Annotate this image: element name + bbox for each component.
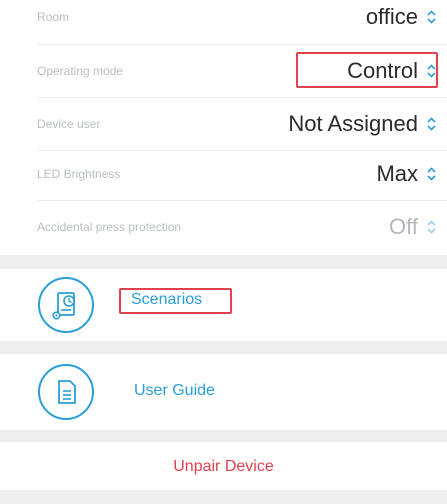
device-user-row[interactable]: Device user Not Assigned bbox=[0, 97, 447, 151]
room-value: office bbox=[365, 4, 418, 29]
user-guide-label: User Guide bbox=[134, 382, 215, 399]
chevron-up-down-icon bbox=[427, 117, 436, 131]
led-brightness-row[interactable]: LED Brightness Max bbox=[0, 147, 447, 201]
accidental-press-select[interactable]: Off bbox=[389, 214, 437, 240]
led-brightness-label: LED Brightness bbox=[37, 167, 121, 181]
room-label: Room bbox=[37, 10, 70, 24]
unpair-device-item[interactable]: Unpair Device bbox=[0, 442, 447, 490]
section-divider bbox=[0, 490, 447, 504]
section-divider bbox=[0, 341, 447, 354]
scenarios-icon bbox=[38, 277, 94, 333]
chevron-up-down-icon bbox=[427, 10, 436, 24]
room-row[interactable]: Room office bbox=[0, 0, 447, 44]
accidental-press-label: Accidental press protection bbox=[37, 220, 182, 234]
unpair-device-button[interactable]: Unpair Device bbox=[0, 458, 447, 476]
operating-mode-label: Operating mode bbox=[37, 64, 124, 78]
operating-mode-highlight-box bbox=[296, 52, 438, 88]
accidental-press-row[interactable]: Accidental press protection Off bbox=[0, 200, 447, 254]
scenarios-highlight-box bbox=[119, 288, 232, 314]
section-divider bbox=[0, 430, 447, 442]
section-divider bbox=[0, 255, 447, 269]
device-user-select[interactable]: Not Assigned bbox=[288, 111, 437, 137]
accidental-press-value: Off bbox=[389, 214, 418, 239]
device-user-label: Device user bbox=[37, 117, 101, 131]
chevron-up-down-icon bbox=[427, 220, 436, 234]
chevron-up-down-icon bbox=[427, 167, 436, 181]
document-icon bbox=[38, 364, 94, 420]
led-brightness-select[interactable]: Max bbox=[376, 161, 437, 187]
led-brightness-value: Max bbox=[376, 161, 418, 186]
device-user-value: Not Assigned bbox=[288, 111, 418, 136]
room-select[interactable]: office bbox=[366, 4, 437, 30]
user-guide-item[interactable]: User Guide bbox=[0, 354, 447, 430]
